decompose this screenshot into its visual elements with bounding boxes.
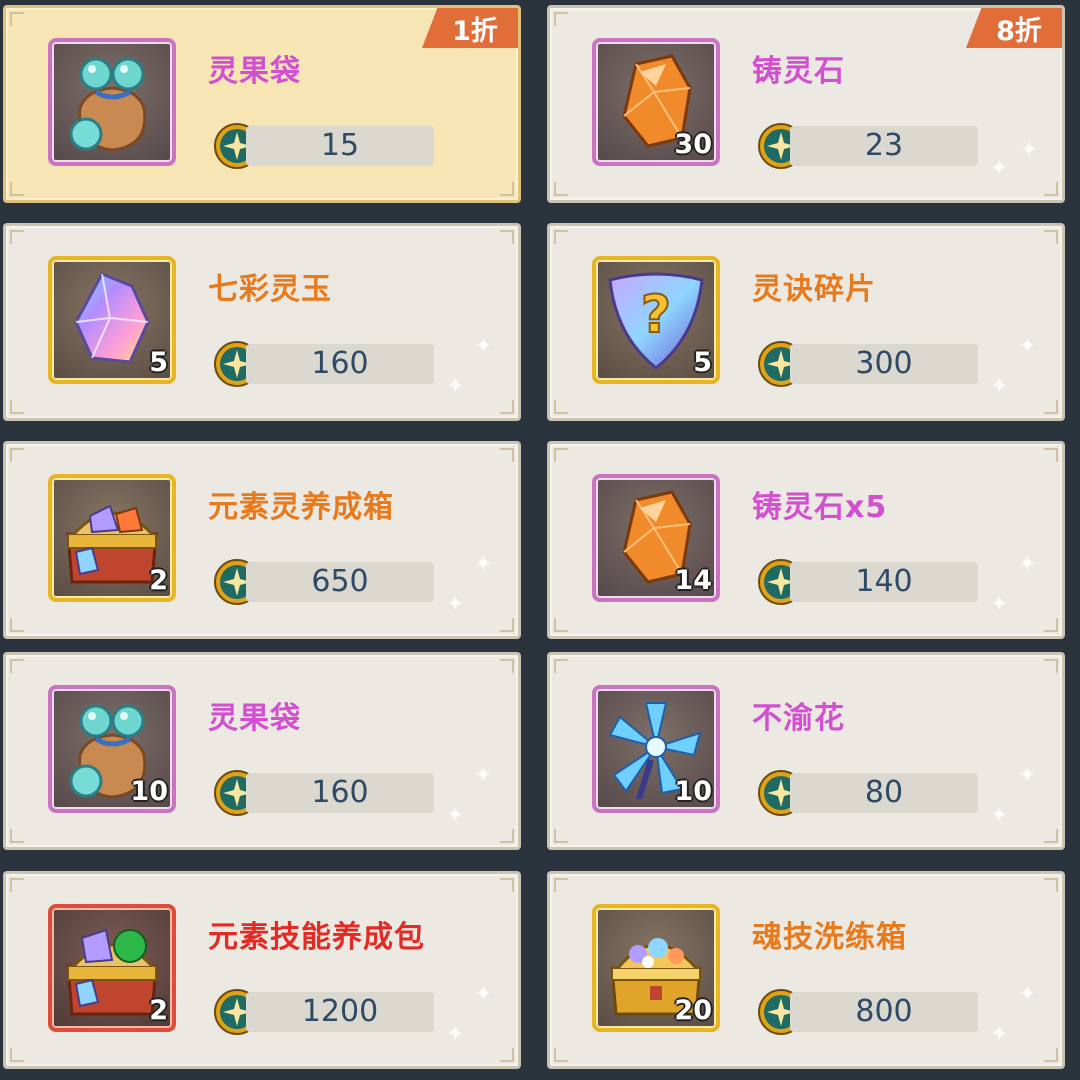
- item-name: 灵果袋: [208, 54, 301, 89]
- price-bar: 160: [246, 344, 434, 384]
- price-bar: 800: [790, 992, 978, 1032]
- price-value: 1200: [301, 994, 379, 1029]
- item-icon-frame: 2: [48, 474, 176, 602]
- price-bar: 15: [246, 126, 434, 166]
- shop-item-card[interactable]: ✦ ✦ 10 不渝花 80: [547, 652, 1065, 850]
- price-value: 160: [311, 346, 369, 381]
- shop-item-card[interactable]: ✦ ✦ 5 七彩灵玉 160: [3, 223, 521, 421]
- item-quantity: 14: [674, 565, 712, 596]
- item-icon-frame: 2: [48, 904, 176, 1032]
- item-quantity: 2: [149, 565, 168, 596]
- item-name: 七彩灵玉: [208, 272, 332, 307]
- price-bar: 650: [246, 562, 434, 602]
- item-quantity: 5: [693, 347, 712, 378]
- price-bar: 80: [790, 773, 978, 813]
- item-icon-frame: 30: [592, 38, 720, 166]
- shop-item-card[interactable]: 1折 灵果袋 15: [3, 5, 521, 203]
- item-quantity: 10: [674, 776, 712, 807]
- price-value: 650: [311, 564, 369, 599]
- price-bar: 160: [246, 773, 434, 813]
- item-quantity: 30: [674, 129, 712, 160]
- item-name: 铸灵石x5: [752, 490, 888, 525]
- price-value: 800: [855, 994, 913, 1029]
- fruit-bag-icon: [69, 57, 147, 152]
- shop-item-card[interactable]: ✦ ✦ 8折 30 铸灵石 23: [547, 5, 1065, 203]
- item-quantity: 20: [674, 995, 712, 1026]
- item-quantity: 10: [130, 776, 168, 807]
- price-bar: 300: [790, 344, 978, 384]
- svg-text:?: ?: [641, 285, 671, 345]
- item-name: 灵诀碎片: [752, 272, 876, 307]
- shop-grid: 1折 灵果袋 15 ✦ ✦ 8折 30 铸灵石 23 ✦ ✦ 5 七彩灵玉 16…: [0, 0, 1080, 1080]
- item-icon-frame: 20: [592, 904, 720, 1032]
- discount-badge: 8折: [966, 8, 1062, 48]
- shop-item-card[interactable]: ✦ ✦ 20 魂技洗练箱 800: [547, 871, 1065, 1069]
- price-value: 80: [864, 775, 904, 810]
- price-value: 23: [864, 128, 904, 163]
- price-value: 140: [855, 564, 913, 599]
- item-name: 元素灵养成箱: [208, 490, 394, 525]
- item-icon-frame: 10: [48, 685, 176, 813]
- shop-item-card[interactable]: ✦ ✦ 14 铸灵石x5 140: [547, 441, 1065, 639]
- item-icon-frame: 5: [48, 256, 176, 384]
- price-value: 160: [311, 775, 369, 810]
- discount-badge: 1折: [422, 8, 518, 48]
- price-bar: 23: [790, 126, 978, 166]
- price-bar: 1200: [246, 992, 434, 1032]
- item-icon-frame: 10: [592, 685, 720, 813]
- item-icon-frame: 14: [592, 474, 720, 602]
- item-icon-frame: ? 5: [592, 256, 720, 384]
- item-name: 铸灵石: [752, 54, 845, 89]
- shop-item-card[interactable]: ✦ ✦ 2 元素灵养成箱 650: [3, 441, 521, 639]
- item-quantity: 5: [149, 347, 168, 378]
- item-name: 元素技能养成包: [208, 920, 425, 955]
- shop-item-card[interactable]: ✦ ✦ 10 灵果袋 160: [3, 652, 521, 850]
- item-name: 不渝花: [752, 701, 845, 736]
- price-bar: 140: [790, 562, 978, 602]
- price-value: 15: [320, 128, 360, 163]
- price-value: 300: [855, 346, 913, 381]
- shop-item-card[interactable]: ✦ ✦ 2 元素技能养成包 1200: [3, 871, 521, 1069]
- item-name: 魂技洗练箱: [752, 920, 907, 955]
- item-name: 灵果袋: [208, 701, 301, 736]
- item-quantity: 2: [149, 995, 168, 1026]
- item-icon-frame: [48, 38, 176, 166]
- shop-item-card[interactable]: ✦ ✦ ? 5 灵诀碎片 300: [547, 223, 1065, 421]
